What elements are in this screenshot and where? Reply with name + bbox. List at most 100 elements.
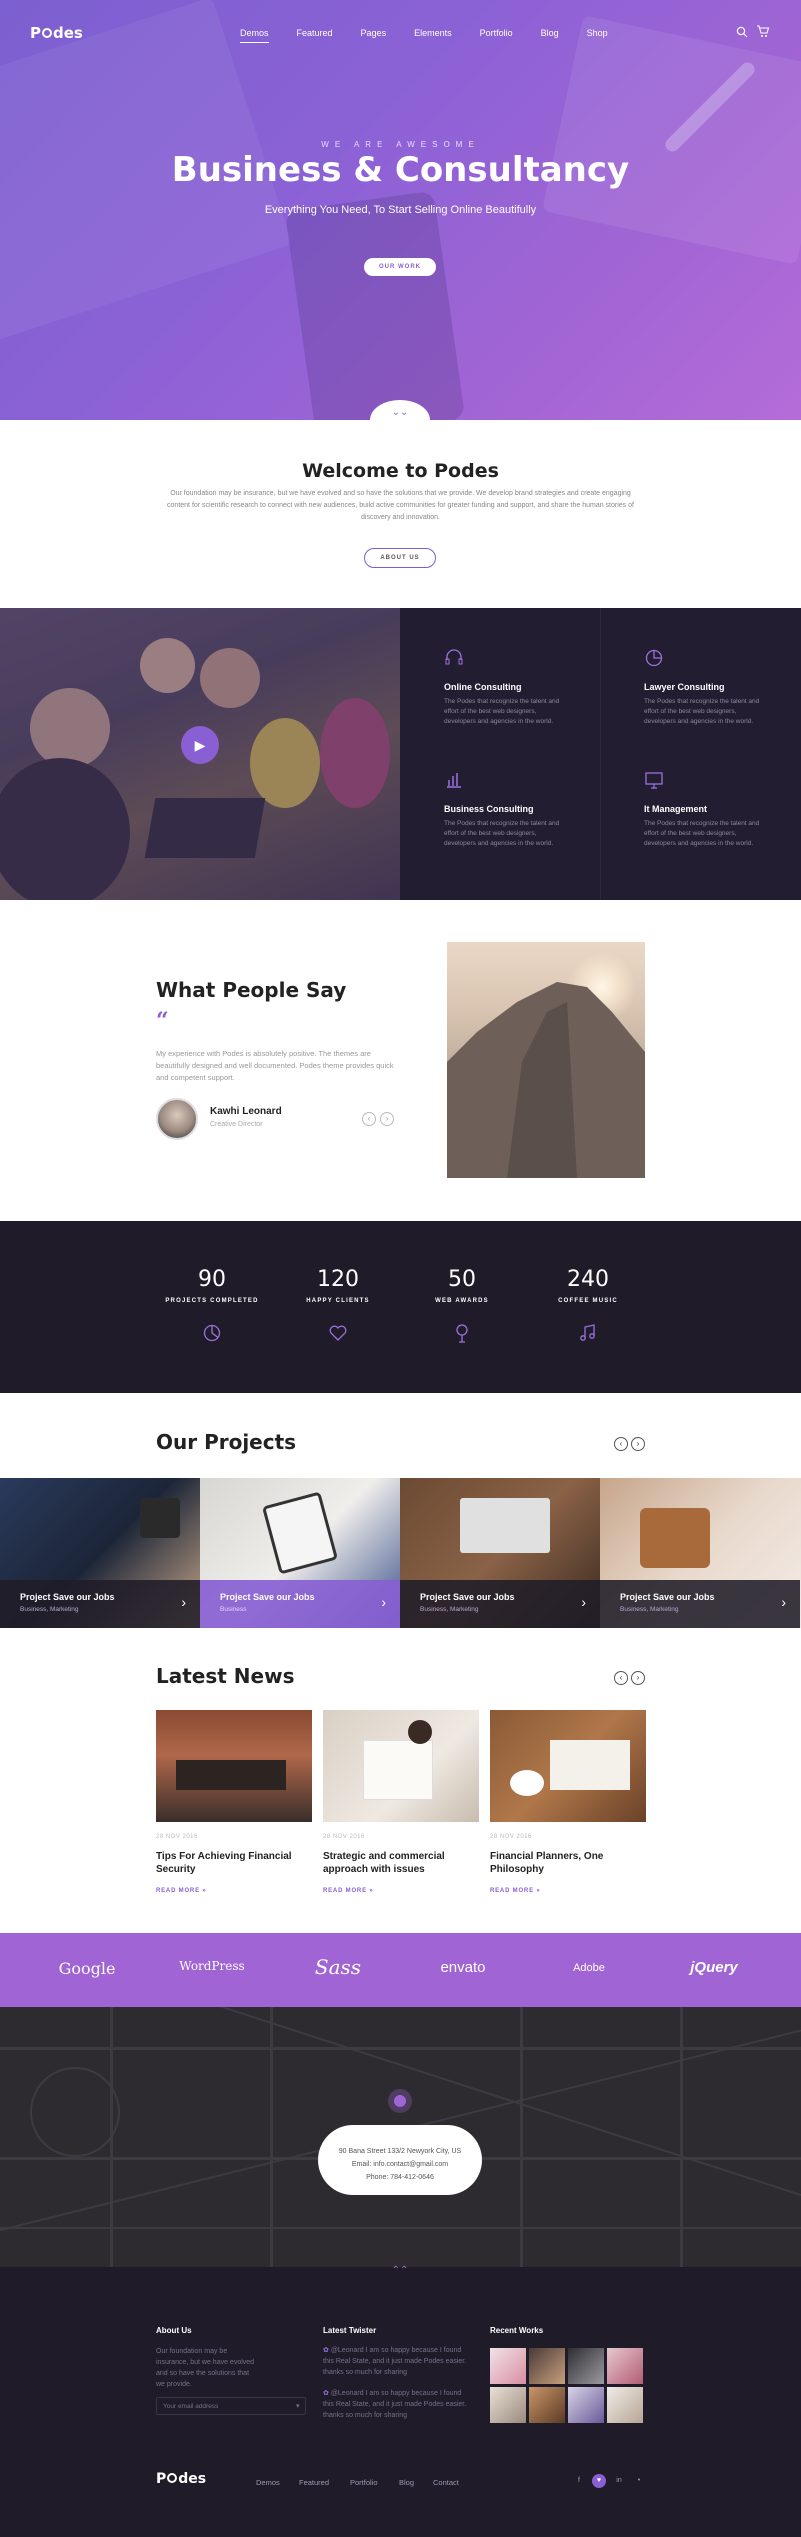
cart-icon[interactable] xyxy=(756,24,770,38)
news-next-icon[interactable]: › xyxy=(631,1671,645,1685)
chevron-right-icon[interactable]: › xyxy=(581,1594,586,1610)
news-headline[interactable]: Financial Planners, One Philosophy xyxy=(490,1850,646,1876)
logo-o-icon xyxy=(42,28,52,38)
footer-logo[interactable]: Pdes xyxy=(156,2471,206,2487)
our-work-button[interactable]: OUR WORK xyxy=(364,258,436,276)
hero-section: Pdes Demos Featured Pages Elements Portf… xyxy=(0,0,801,420)
project-card[interactable]: Project Save our Jobs Business, Marketing… xyxy=(400,1478,600,1628)
project-title: Project Save our Jobs xyxy=(620,1592,715,1602)
read-more-link[interactable]: READ MORE » xyxy=(323,1888,373,1894)
phone-line: Phone: 784-412-0646 xyxy=(366,2174,434,2181)
nav-portfolio[interactable]: Portfolio xyxy=(480,28,513,43)
footer-nav-demos[interactable]: Demos xyxy=(256,2478,280,2487)
scroll-down-icon[interactable]: ⌄⌄ xyxy=(390,407,410,418)
dribbble-icon[interactable]: ♥ xyxy=(592,2474,606,2488)
search-icon[interactable] xyxy=(736,26,748,38)
chevron-right-icon[interactable]: › xyxy=(781,1594,786,1610)
team-meeting-image: ▶ xyxy=(0,608,400,900)
google-logo: Google xyxy=(58,1959,116,1978)
pie-chart-icon xyxy=(645,649,663,667)
nav-demos[interactable]: Demos xyxy=(240,28,269,43)
news-headline[interactable]: Tips For Achieving Financial Security xyxy=(156,1850,312,1876)
recent-work-thumb[interactable] xyxy=(607,2348,643,2384)
news-headline[interactable]: Strategic and commercial approach with i… xyxy=(323,1850,479,1876)
news-prev-icon[interactable]: ‹ xyxy=(614,1671,628,1685)
footer-twitter-title: Latest Twister xyxy=(323,2326,377,2335)
headset-icon xyxy=(445,649,463,665)
stat-label: HAPPY CLIENTS xyxy=(306,1298,370,1304)
recent-work-thumb[interactable] xyxy=(568,2348,604,2384)
back-to-top-icon[interactable]: ⌃⌃ xyxy=(390,2265,410,2276)
envato-logo: envato xyxy=(440,1959,486,1976)
recent-work-thumb[interactable] xyxy=(490,2348,526,2384)
read-more-link[interactable]: READ MORE » xyxy=(156,1888,206,1894)
recent-work-thumb[interactable] xyxy=(529,2348,565,2384)
news-image[interactable] xyxy=(156,1710,312,1822)
footer-about-text: Our foundation may be insurance, but we … xyxy=(156,2348,255,2388)
nav-pages[interactable]: Pages xyxy=(361,28,387,43)
read-more-link[interactable]: READ MORE » xyxy=(490,1888,540,1894)
nav-featured[interactable]: Featured xyxy=(297,28,333,43)
mountain-image xyxy=(447,942,645,1178)
footer-nav-portfolio[interactable]: Portfolio xyxy=(350,2478,378,2487)
stat-value: 90 xyxy=(198,1267,226,1292)
project-card[interactable]: Project Save our Jobs Business › xyxy=(200,1478,400,1628)
music-icon xyxy=(580,1324,595,1341)
play-video-button[interactable]: ▶ xyxy=(181,726,219,764)
footer-about-title: About Us xyxy=(156,2326,192,2335)
footer-nav-contact[interactable]: Contact xyxy=(433,2478,459,2487)
recent-work-thumb[interactable] xyxy=(529,2387,565,2423)
avatar xyxy=(156,1098,198,1140)
news-date: 28 NOV 2016 xyxy=(323,1834,365,1840)
hero-bg-phone xyxy=(284,190,466,420)
address-line: 90 Bana Street 133/2 Newyork City, US xyxy=(338,2148,462,2155)
project-card[interactable]: Project Save our Jobs Business, Marketing… xyxy=(0,1478,200,1628)
linkedin-icon[interactable]: in xyxy=(612,2474,626,2488)
project-card[interactable]: Project Save our Jobs Business, Marketing… xyxy=(600,1478,801,1628)
news-image[interactable] xyxy=(323,1710,479,1822)
welcome-text: Our foundation may be insurance, but we … xyxy=(167,490,634,521)
email-line: Email: info.contact@gmail.com xyxy=(351,2161,449,2168)
news-image[interactable] xyxy=(490,1710,646,1822)
testimonial-next-icon[interactable]: › xyxy=(380,1112,394,1126)
chevron-down-icon[interactable]: ▾ xyxy=(296,2402,300,2410)
logo[interactable]: Pdes xyxy=(30,24,83,42)
service-text: The Podes that recognize the talent and … xyxy=(644,698,760,725)
footer-nav-blog[interactable]: Blog xyxy=(399,2478,414,2487)
testimonial-role: Creative Director xyxy=(210,1121,263,1128)
newsletter-email-input[interactable]: Your email address xyxy=(156,2397,306,2415)
map-pin-icon[interactable] xyxy=(394,2095,406,2107)
chevron-right-icon[interactable]: › xyxy=(181,1594,186,1610)
about-us-button[interactable]: ABOUT US xyxy=(364,548,436,568)
map-section[interactable]: 90 Bana Street 133/2 Newyork City, US Em… xyxy=(0,2007,801,2267)
heart-icon xyxy=(329,1325,347,1341)
project-category: Business, Marketing xyxy=(620,1606,679,1613)
testimonial-prev-icon[interactable]: ‹ xyxy=(362,1112,376,1126)
stat-value: 50 xyxy=(448,1267,476,1292)
project-category: Business xyxy=(220,1606,247,1613)
footer-nav-featured[interactable]: Featured xyxy=(299,2478,329,2487)
stats-section: 90 PROJECTS COMPLETED 120 HAPPY CLIENTS … xyxy=(0,1221,801,1393)
twitter-icon: ✿ xyxy=(323,2390,331,2397)
recent-work-thumb[interactable] xyxy=(607,2387,643,2423)
projects-next-icon[interactable]: › xyxy=(631,1437,645,1451)
nav-elements[interactable]: Elements xyxy=(414,28,452,43)
services-section: ▶ Online Consulting The Podes that recog… xyxy=(0,608,801,900)
recent-work-thumb[interactable] xyxy=(490,2387,526,2423)
hero-subtitle: Everything You Need, To Start Selling On… xyxy=(264,204,537,216)
nav-shop[interactable]: Shop xyxy=(587,28,608,43)
service-title: Online Consulting xyxy=(444,682,522,692)
service-text: The Podes that recognize the talent and … xyxy=(644,820,760,847)
projects-prev-icon[interactable]: ‹ xyxy=(614,1437,628,1451)
medal-icon xyxy=(456,1324,468,1343)
news-title: Latest News xyxy=(156,1664,295,1688)
logo-o-icon xyxy=(167,2473,178,2483)
chevron-right-icon[interactable]: › xyxy=(381,1594,386,1610)
tweet: ✿ @Leonard I am so happy because I found… xyxy=(323,2390,467,2419)
project-title: Project Save our Jobs xyxy=(20,1592,115,1602)
wordpress-logo: WordPress xyxy=(179,1959,245,1973)
facebook-icon[interactable]: f xyxy=(572,2474,586,2488)
recent-work-thumb[interactable] xyxy=(568,2387,604,2423)
instagram-icon[interactable]: • xyxy=(632,2474,646,2488)
nav-blog[interactable]: Blog xyxy=(541,28,559,43)
